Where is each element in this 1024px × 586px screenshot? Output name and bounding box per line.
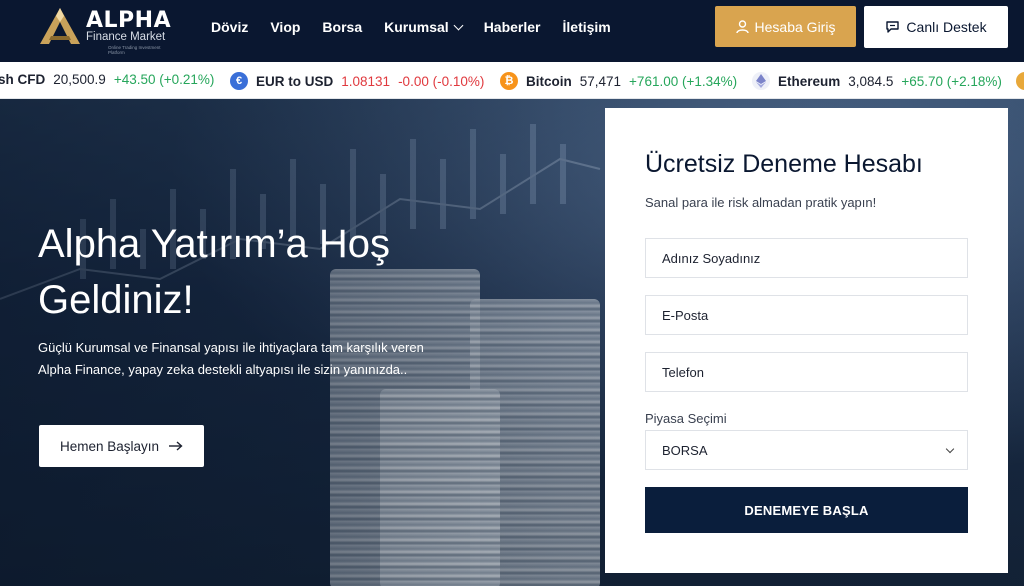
market-selected-value: BORSA	[662, 442, 708, 458]
brand-tagline: Online Trading Investment Platform	[108, 45, 161, 55]
market-select-label: Piyasa Seçimi	[645, 411, 727, 426]
email-placeholder: E-Posta	[662, 307, 709, 323]
phone-placeholder: Telefon	[662, 364, 704, 380]
hero-description: Güçlü Kurumsal ve Finansal yapısı ile ih…	[38, 340, 424, 377]
brand-logo[interactable]: ALPHA Finance Market Online Trading Inve…	[38, 6, 178, 55]
nav-item-label: İletişim	[562, 19, 611, 35]
ticker-name: Bitcoin	[526, 73, 572, 89]
coin-icon	[1016, 72, 1024, 90]
bitcoin-icon: ₿	[500, 72, 518, 90]
login-button[interactable]: Hesaba Giriş	[715, 6, 856, 47]
ticker-name: Ethereum	[778, 73, 841, 89]
ticker-item[interactable]: ₿ Bitcoin 57,471 +761.00 (+1.34%)	[500, 72, 737, 90]
ticker-item[interactable]: € EUR to USD 1.08131 -0.00 (-0.10%)	[230, 72, 484, 90]
coin-stack-graphic	[380, 389, 500, 586]
ticker-change: +43.50 (+0.21%)	[113, 72, 215, 87]
chevron-down-icon	[945, 444, 955, 453]
nav-item-label: Haberler	[483, 19, 541, 35]
trial-account-form: Ücretsiz Deneme Hesabı Sanal para ile ri…	[605, 108, 1008, 573]
ticker-item-partial[interactable]	[1016, 72, 1024, 90]
brand-title: ALPHA	[86, 8, 172, 33]
nav-item-label: Kurumsal	[384, 19, 449, 35]
nav-item-haberler[interactable]: Haberler	[484, 18, 541, 36]
form-subtitle: Sanal para ile risk almadan pratik yapın…	[645, 195, 877, 210]
get-started-label: Hemen Başlayın	[59, 438, 160, 454]
start-trial-button[interactable]: DENEMEYE BAŞLA	[645, 487, 968, 533]
ticker-price: 57,471	[579, 73, 622, 89]
site-header: ALPHA Finance Market Online Trading Inve…	[0, 0, 1024, 62]
ticker-price: 3,084.5	[848, 73, 894, 89]
eur-usd-icon: €	[230, 72, 248, 90]
ticker-item[interactable]: sh CFD 20,500.9 +43.50 (+0.21%)	[0, 72, 214, 87]
user-icon	[735, 19, 749, 33]
form-title: Ücretsiz Deneme Hesabı	[645, 150, 923, 178]
nav-item-borsa[interactable]: Borsa	[322, 18, 362, 36]
market-select[interactable]: BORSA	[645, 430, 968, 470]
ticker-change: +761.00 (+1.34%)	[629, 73, 738, 89]
name-placeholder: Adınız Soyadınız	[662, 250, 761, 266]
ticker-price: 1.08131	[341, 73, 391, 89]
login-button-label: Hesaba Giriş	[754, 18, 836, 35]
main-nav: Döviz Viop Borsa Kurumsal Haberler İleti…	[211, 18, 633, 36]
brand-subtitle: Finance Market	[86, 31, 166, 43]
live-support-button[interactable]: Canlı Destek	[864, 6, 1008, 48]
hero-title: Alpha Yatırım’a Hoş Geldiniz!	[38, 222, 391, 322]
chevron-down-icon	[453, 20, 464, 30]
nav-item-label: Viop	[270, 19, 301, 35]
name-field[interactable]: Adınız Soyadınız	[645, 238, 968, 278]
price-ticker: sh CFD 20,500.9 +43.50 (+0.21%) € EUR to…	[0, 62, 1024, 99]
ticker-name: EUR to USD	[256, 73, 334, 89]
chat-icon	[886, 21, 900, 33]
nav-item-viop[interactable]: Viop	[270, 18, 300, 36]
live-support-label: Canlı Destek	[906, 19, 987, 35]
ticker-price: 20,500.9	[53, 72, 106, 87]
ticker-change: +65.70 (+2.18%)	[901, 73, 1002, 89]
alpha-logo-icon	[40, 8, 80, 44]
coin-stack-graphic	[470, 299, 600, 586]
ticker-item[interactable]: Ethereum 3,084.5 +65.70 (+2.18%)	[752, 72, 1002, 90]
arrow-right-icon	[169, 441, 183, 451]
get-started-button[interactable]: Hemen Başlayın	[39, 425, 204, 467]
email-field[interactable]: E-Posta	[645, 295, 968, 335]
phone-field[interactable]: Telefon	[645, 352, 968, 392]
ethereum-icon	[752, 72, 770, 90]
ticker-name: sh CFD	[0, 72, 46, 87]
nav-item-doviz[interactable]: Döviz	[211, 18, 248, 36]
nav-item-kurumsal[interactable]: Kurumsal	[384, 18, 464, 36]
start-trial-label: DENEMEYE BAŞLA	[744, 502, 869, 518]
ticker-change: -0.00 (-0.10%)	[398, 73, 485, 89]
nav-item-iletisim[interactable]: İletişim	[563, 18, 611, 36]
nav-item-label: Döviz	[211, 19, 249, 35]
nav-item-label: Borsa	[322, 19, 363, 35]
